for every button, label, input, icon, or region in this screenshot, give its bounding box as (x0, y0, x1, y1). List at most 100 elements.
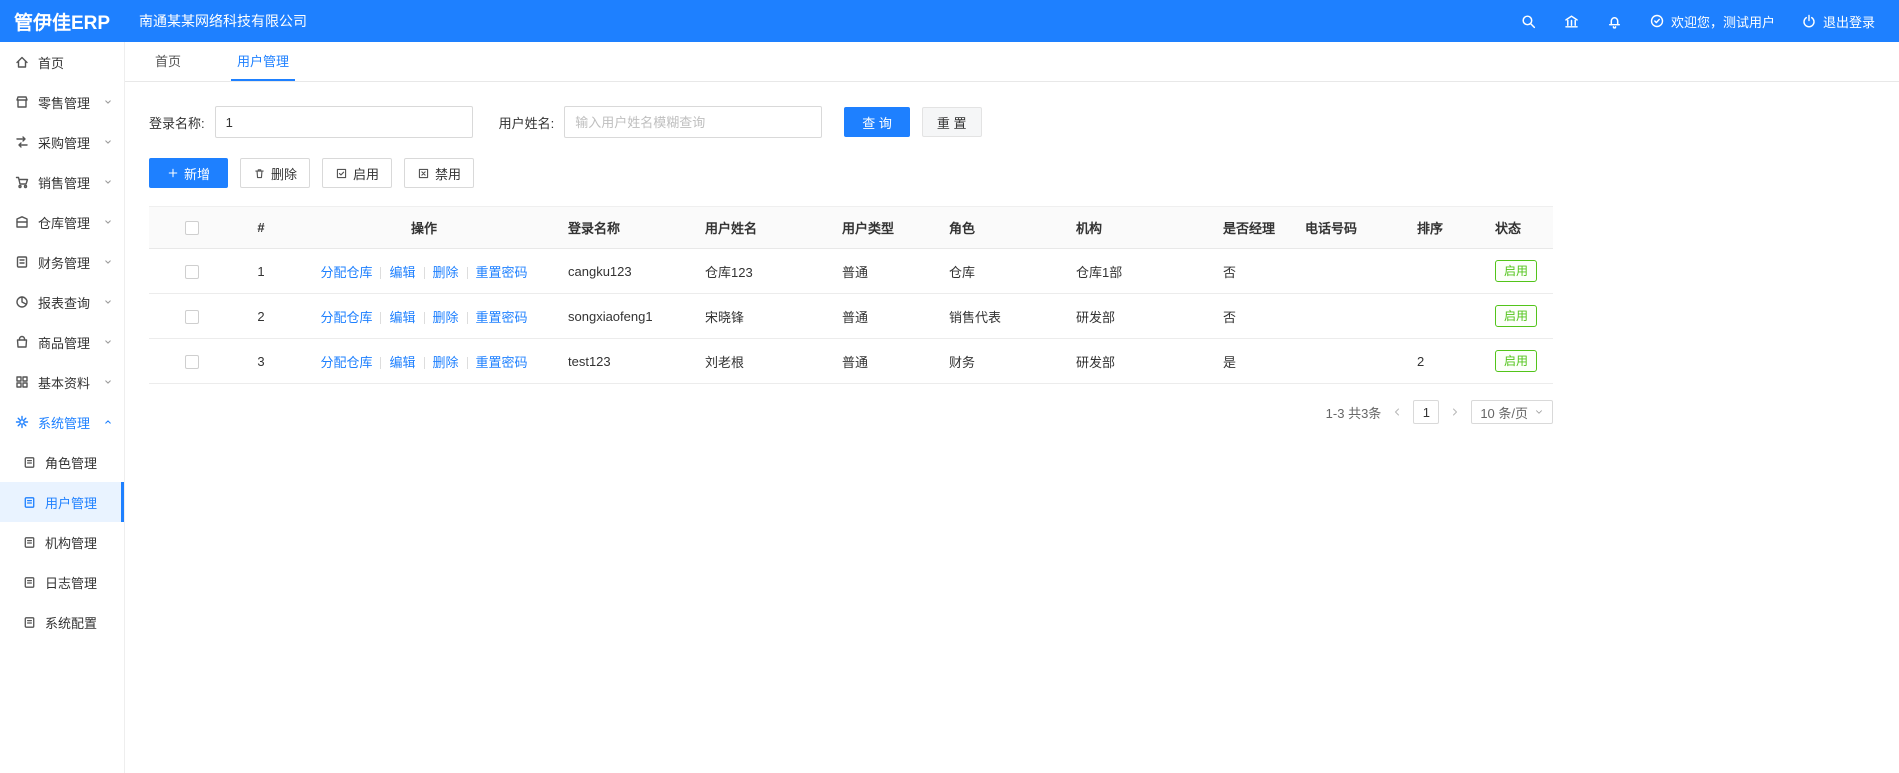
type-cell: 普通 (834, 248, 941, 294)
reset-password-link[interactable]: 重置密码 (476, 265, 528, 280)
sort-cell (1409, 248, 1487, 294)
delete-link[interactable]: 删除 (433, 265, 459, 280)
sidebar-item-role-mgmt[interactable]: 角色管理 (0, 442, 124, 482)
page-size-select[interactable]: 10 条/页 (1471, 400, 1553, 424)
header-type: 用户类型 (834, 206, 941, 249)
shop-icon (14, 94, 30, 110)
sidebar-item-label: 用户管理 (45, 495, 98, 511)
role-cell: 财务 (941, 338, 1068, 384)
sidebar-item-org-mgmt[interactable]: 机构管理 (0, 522, 124, 562)
manager-cell: 否 (1215, 293, 1297, 339)
login-name-input[interactable] (214, 106, 473, 138)
index-cell: 2 (234, 293, 288, 339)
content: 登录名称: 用户姓名: 查 询 重 置 新增 删除 启用 (125, 106, 1899, 424)
assign-warehouse-link[interactable]: 分配仓库 (320, 265, 372, 280)
edit-link[interactable]: 编辑 (389, 310, 415, 325)
row-checkbox[interactable] (184, 309, 199, 324)
box-icon (14, 214, 30, 230)
row-checkbox[interactable] (184, 264, 199, 279)
delete-button[interactable]: 删除 (240, 158, 311, 188)
bell-icon[interactable] (1606, 13, 1623, 30)
logout-icon (1801, 13, 1817, 29)
delete-link[interactable]: 删除 (433, 355, 459, 370)
search-icon[interactable] (1520, 13, 1537, 30)
divider (380, 357, 382, 370)
header-manager: 是否经理 (1215, 206, 1297, 249)
name-cell: 刘老根 (697, 338, 834, 384)
check-square-icon (335, 167, 348, 180)
sort-cell: 2 (1409, 338, 1487, 384)
header-index: # (234, 206, 288, 249)
org-cell: 研发部 (1068, 293, 1215, 339)
tabbar: 首页 用户管理 (125, 42, 1899, 82)
header-sort: 排序 (1409, 206, 1487, 249)
login-cell: test123 (560, 338, 697, 384)
role-cell: 销售代表 (941, 293, 1068, 339)
sidebar-item-label: 采购管理 (38, 135, 91, 151)
divider (466, 312, 468, 325)
sidebar-item-basic-data[interactable]: 基本资料 (0, 362, 124, 402)
tab-home[interactable]: 首页 (149, 42, 187, 81)
bag-icon (14, 334, 30, 350)
edit-link[interactable]: 编辑 (389, 265, 415, 280)
gear-icon (14, 414, 30, 430)
sidebar-item-system[interactable]: 系统管理 (0, 402, 124, 442)
row-checkbox[interactable] (184, 354, 199, 369)
user-name-input[interactable] (564, 106, 823, 138)
sidebar-item-home[interactable]: 首页 (0, 42, 124, 82)
sort-cell (1409, 293, 1487, 339)
sidebar-item-user-mgmt[interactable]: 用户管理 (0, 482, 124, 522)
current-page[interactable]: 1 (1413, 400, 1440, 424)
user-circle-icon (1649, 13, 1665, 29)
search-button[interactable]: 查 询 (844, 107, 910, 137)
document-icon (22, 615, 37, 630)
status-badge[interactable]: 启用 (1495, 260, 1538, 282)
delete-link[interactable]: 删除 (433, 310, 459, 325)
welcome-user[interactable]: 欢迎您，测试用户 (1649, 12, 1775, 31)
status-badge[interactable]: 启用 (1495, 350, 1538, 372)
chevron-down-icon (102, 176, 114, 188)
role-cell: 仓库 (941, 248, 1068, 294)
next-page-icon[interactable] (1449, 406, 1461, 418)
manager-cell: 否 (1215, 248, 1297, 294)
divider (466, 267, 468, 280)
reset-button[interactable]: 重 置 (921, 107, 982, 137)
document-icon (22, 495, 37, 510)
status-badge[interactable]: 启用 (1495, 305, 1538, 327)
divider (380, 312, 382, 325)
document-icon (22, 455, 37, 470)
sidebar-item-finance[interactable]: 财务管理 (0, 242, 124, 282)
disable-button[interactable]: 禁用 (404, 158, 475, 188)
prev-page-icon[interactable] (1391, 406, 1403, 418)
chevron-down-icon (102, 256, 114, 268)
add-button-label: 新增 (184, 166, 211, 182)
reset-password-link[interactable]: 重置密码 (476, 355, 528, 370)
add-button[interactable]: 新增 (149, 158, 229, 188)
edit-link[interactable]: 编辑 (389, 355, 415, 370)
assign-warehouse-link[interactable]: 分配仓库 (320, 355, 372, 370)
logout-button[interactable]: 退出登录 (1801, 12, 1875, 31)
document-icon (22, 575, 37, 590)
cart-icon (14, 174, 30, 190)
bank-icon[interactable] (1563, 13, 1580, 30)
sidebar-item-warehouse[interactable]: 仓库管理 (0, 202, 124, 242)
sidebar-item-goods[interactable]: 商品管理 (0, 322, 124, 362)
sidebar-item-report[interactable]: 报表查询 (0, 282, 124, 322)
toolbar: 新增 删除 启用 禁用 (149, 158, 1875, 188)
sidebar-item-purchase[interactable]: 采购管理 (0, 122, 124, 162)
sidebar-item-retail[interactable]: 零售管理 (0, 82, 124, 122)
sidebar-item-log-mgmt[interactable]: 日志管理 (0, 562, 124, 602)
enable-button[interactable]: 启用 (322, 158, 393, 188)
filter-row: 登录名称: 用户姓名: 查 询 重 置 (149, 106, 1875, 138)
sidebar-item-system-config[interactable]: 系统配置 (0, 602, 124, 642)
name-cell: 仓库123 (697, 248, 834, 294)
login-name-label: 登录名称: (149, 115, 205, 131)
tab-user-mgmt[interactable]: 用户管理 (231, 42, 296, 81)
reset-password-link[interactable]: 重置密码 (476, 310, 528, 325)
index-cell: 1 (234, 248, 288, 294)
sidebar-item-sales[interactable]: 销售管理 (0, 162, 124, 202)
page-size-value: 10 条/页 (1480, 405, 1528, 421)
select-all-checkbox[interactable] (184, 221, 199, 236)
login-cell: cangku123 (560, 248, 697, 294)
assign-warehouse-link[interactable]: 分配仓库 (320, 310, 372, 325)
